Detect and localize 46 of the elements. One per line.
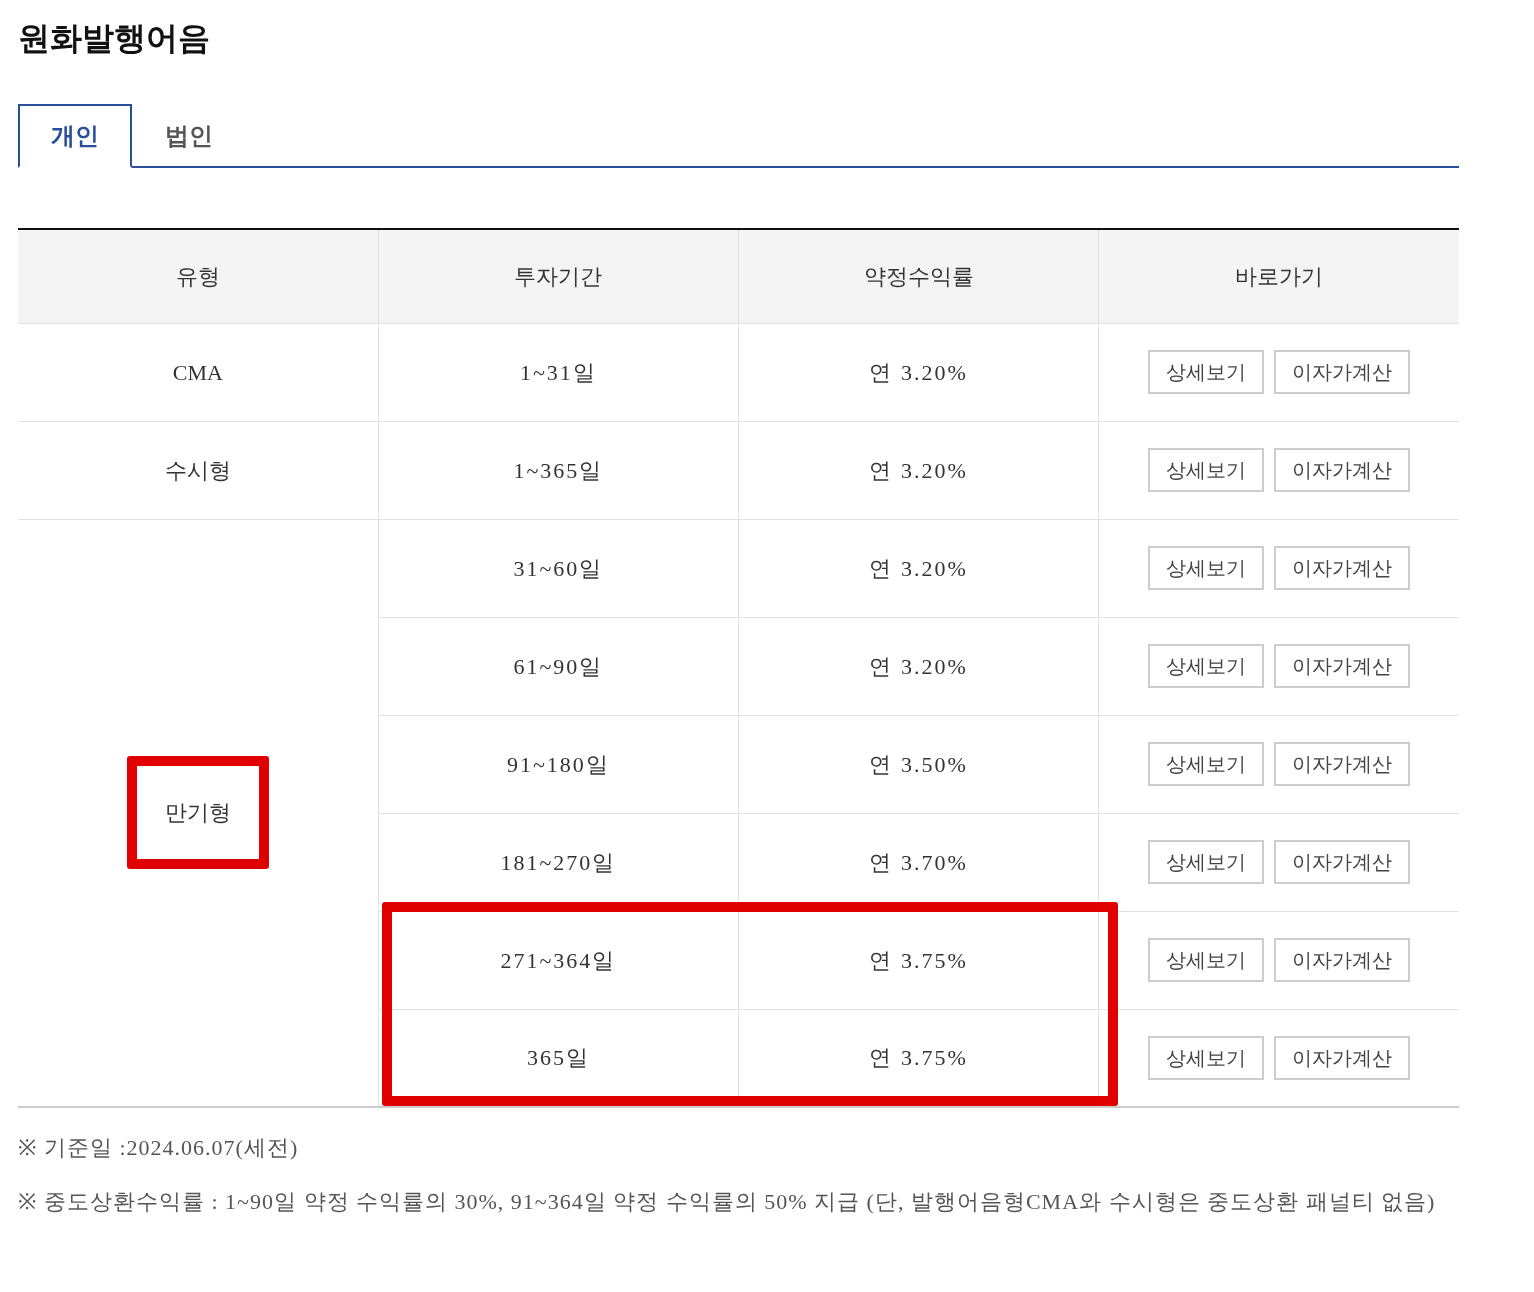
- detail-button[interactable]: 상세보기: [1148, 742, 1265, 786]
- tab[interactable]: 개인: [18, 104, 132, 168]
- footnote: 중도상환수익률 : 1~90일 약정 수익률의 30%, 91~364일 약정 수익률의 50% 지급 (단, 발행어음형CMA와 수시형은 중도상환 패널티 없음): [44, 1188, 1436, 1216]
- note-mark: ※: [18, 1134, 36, 1162]
- rate-cell: 연 3.75%: [738, 911, 1099, 1009]
- rate-cell: 연 3.20%: [738, 323, 1099, 421]
- column-header: 바로가기: [1098, 229, 1459, 323]
- period-cell: 61~90일: [378, 617, 739, 715]
- period-cell: 1~365일: [378, 421, 739, 519]
- type-label: CMA: [172, 358, 223, 387]
- rate-cell: 연 3.20%: [738, 617, 1099, 715]
- type-label: 수시형: [164, 456, 231, 485]
- rate-cell: 연 3.75%: [738, 1009, 1099, 1107]
- calculator-button[interactable]: 이자가계산: [1274, 1035, 1411, 1080]
- calculator-button[interactable]: 이자가계산: [1274, 546, 1411, 590]
- detail-button[interactable]: 상세보기: [1148, 938, 1265, 982]
- calculator-button[interactable]: 이자가계산: [1274, 350, 1411, 394]
- tab[interactable]: 법인: [132, 104, 246, 168]
- rate-cell: 연 3.20%: [738, 421, 1099, 519]
- detail-button[interactable]: 상세보기: [1148, 350, 1265, 394]
- detail-button[interactable]: 상세보기: [1148, 840, 1265, 884]
- page-title: 원화발행어음: [18, 19, 211, 58]
- column-header: 약정수익률: [738, 229, 1099, 323]
- calculator-button[interactable]: 이자가계산: [1274, 742, 1411, 786]
- calculator-button[interactable]: 이자가계산: [1274, 644, 1411, 688]
- detail-button[interactable]: 상세보기: [1148, 1035, 1265, 1080]
- rate-cell: 연 3.70%: [738, 813, 1099, 911]
- period-cell: 181~270일: [378, 813, 739, 911]
- detail-button[interactable]: 상세보기: [1148, 644, 1265, 688]
- period-cell: 91~180일: [378, 715, 739, 813]
- rate-cell: 연 3.20%: [738, 519, 1099, 617]
- calculator-button[interactable]: 이자가계산: [1274, 938, 1411, 982]
- detail-button[interactable]: 상세보기: [1148, 546, 1265, 590]
- period-cell: 365일: [378, 1009, 739, 1107]
- calculator-button[interactable]: 이자가계산: [1274, 840, 1411, 884]
- column-header: 투자기간: [378, 229, 739, 323]
- calculator-button[interactable]: 이자가계산: [1274, 448, 1411, 492]
- period-cell: 1~31일: [378, 323, 739, 421]
- note-mark: ※: [18, 1188, 36, 1216]
- rate-cell: 연 3.50%: [738, 715, 1099, 813]
- type-label: 만기형: [126, 756, 269, 870]
- column-header: 유형: [18, 229, 379, 323]
- period-cell: 31~60일: [378, 519, 739, 617]
- period-cell: 271~364일: [378, 911, 739, 1009]
- footnote: 기준일 :2024.06.07(세전): [44, 1134, 299, 1162]
- detail-button[interactable]: 상세보기: [1148, 448, 1265, 492]
